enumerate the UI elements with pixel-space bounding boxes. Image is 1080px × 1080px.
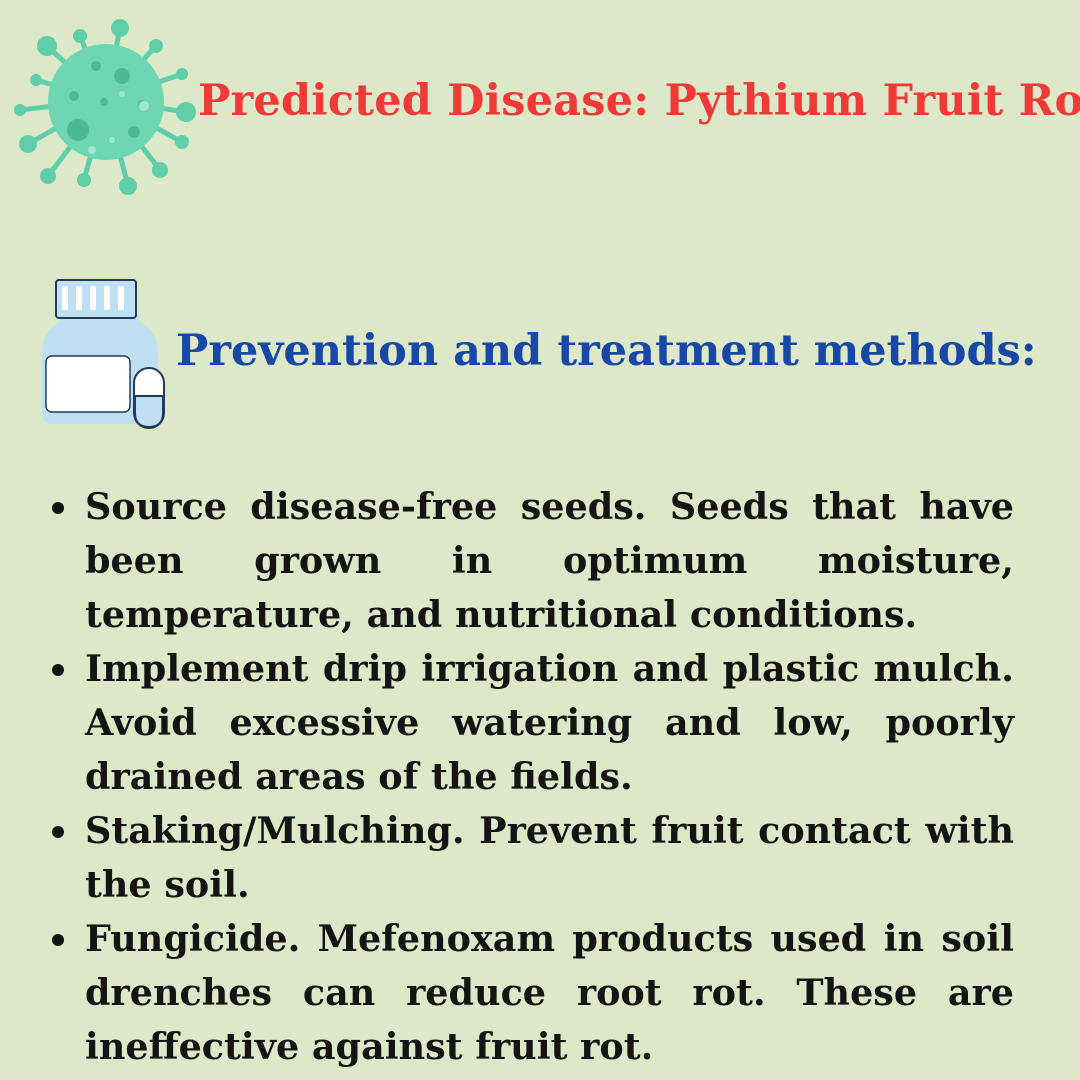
- medicine-bottle-icon: [42, 279, 165, 429]
- list-item: Source disease-free seeds. Seeds that ha…: [52, 480, 1014, 642]
- list-item-text: Source disease-free seeds. Seeds that ha…: [85, 485, 1014, 636]
- list-item-text: Fungicide. Mefenoxam products used in so…: [85, 917, 1014, 1068]
- bullet-icon: [52, 502, 64, 514]
- bullet-icon: [52, 826, 64, 838]
- list-item-text: Implement drip irrigation and plastic mu…: [85, 647, 1014, 798]
- page-title: Predicted Disease: Pythium Fruit Rot: [198, 76, 1080, 126]
- bullet-icon: [52, 664, 64, 676]
- list-item: Implement drip irrigation and plastic mu…: [52, 642, 1014, 804]
- section-heading: Prevention and treatment methods:: [176, 326, 1037, 376]
- bullet-icon: [52, 934, 64, 946]
- list-item: Staking/Mulching. Prevent fruit contact …: [52, 804, 1014, 912]
- virus-icon: [14, 19, 196, 195]
- list-item: Fungicide. Mefenoxam products used in so…: [52, 912, 1014, 1074]
- methods-list: Source disease-free seeds. Seeds that ha…: [52, 480, 1014, 1074]
- list-item-text: Staking/Mulching. Prevent fruit contact …: [85, 809, 1014, 906]
